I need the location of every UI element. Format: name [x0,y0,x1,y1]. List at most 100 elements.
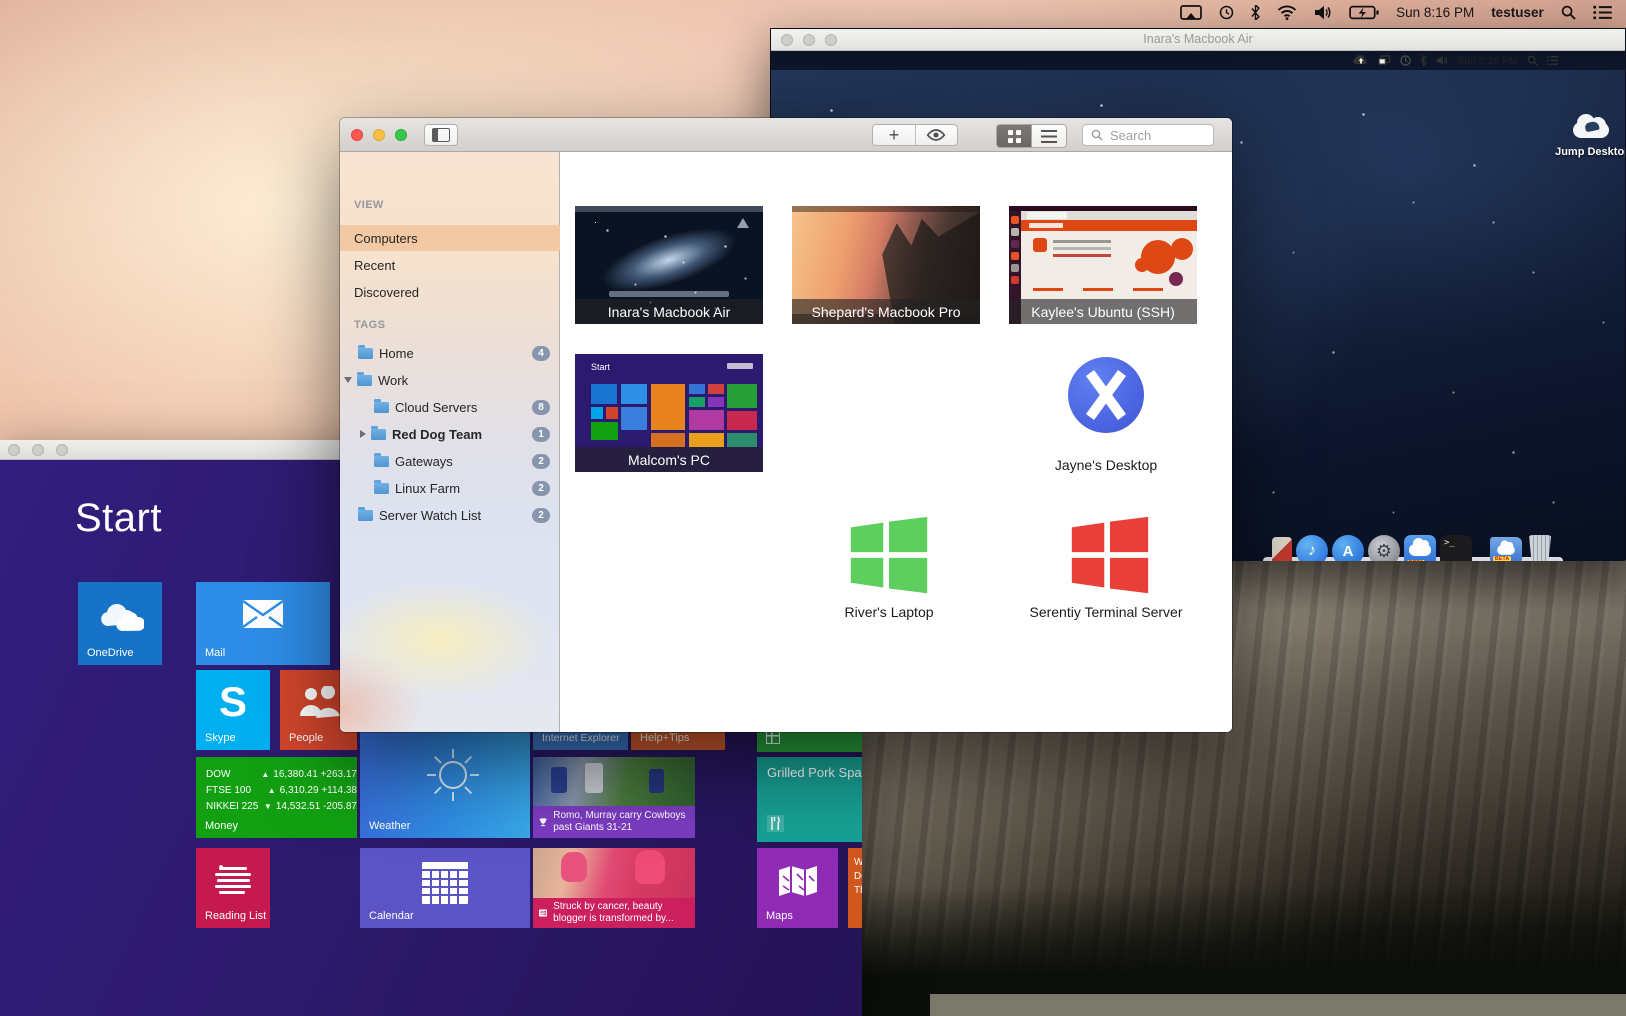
toolbar-search-field[interactable] [1082,124,1214,146]
jump-desktop-app-icon[interactable] [1569,114,1613,140]
computer-item-jayne[interactable] [1012,354,1200,472]
bluetooth-icon[interactable] [1251,5,1260,20]
tile-maps[interactable]: Maps [757,848,838,928]
clock-icon[interactable] [1400,55,1411,66]
tile-mail[interactable]: Mail [196,582,330,665]
remote-window-titlebar[interactable]: Inara's Macbook Air [771,29,1625,51]
trash-dock-icon[interactable] [1526,535,1554,561]
disclosure-down-icon[interactable] [344,377,352,383]
tile-orange-partial[interactable]: Wha Doct Thei [848,848,862,928]
list-icon [1041,130,1057,143]
mini-content-logo [1033,238,1047,252]
sidebar-tag-cloud-servers[interactable]: Cloud Servers 8 [340,394,560,420]
displays-icon[interactable] [1378,55,1391,66]
player-shape [649,769,664,793]
sidebar-tag-home[interactable]: Home 4 [340,340,560,366]
remote-clock[interactable]: Sun 5:16 PM [1457,55,1518,67]
jump-desktop-window[interactable]: + VIEW Computers Recent [340,118,1232,732]
mini-stars [595,222,596,223]
tile-money[interactable]: DOW▲16,380.41 +263.17 FTSE 100▲6,310.29 … [196,757,357,838]
tile-calendar[interactable]: Calendar [360,848,530,928]
sidebar-item-discovered[interactable]: Discovered [340,279,560,305]
display-mirroring-icon[interactable] [1180,5,1202,20]
sidebar-item-recent[interactable]: Recent [340,252,560,278]
spotlight-search-icon[interactable] [1527,55,1538,66]
tile-food[interactable]: Grilled Pork Spar [757,757,862,842]
menubar-clock[interactable]: Sun 8:16 PM [1396,5,1474,20]
tile-label: Skype [205,732,236,744]
app-store-dock-icon[interactable]: A [1332,535,1364,561]
mini-tile [621,384,647,404]
zoom-button[interactable] [395,129,407,141]
computer-item-inara[interactable]: Inara's Macbook Air [575,206,763,324]
sidebar-view-header: VIEW [354,199,384,211]
sidebar-item-label: Recent [354,258,395,273]
notification-center-icon[interactable] [1593,5,1612,20]
computer-name-label: Serentiy Terminal Server [998,604,1214,620]
tag-count-badge: 4 [532,346,550,361]
sidebar-tag-linux-farm[interactable]: Linux Farm 2 [340,475,560,501]
sidebar-tag-red-dog-team[interactable]: Red Dog Team 1 [340,421,560,447]
mini-tile [651,384,685,430]
close-button[interactable] [351,129,363,141]
tile-reading-list[interactable]: Reading List [196,848,270,928]
tile-news[interactable]: Struck by cancer, beauty blogger is tran… [533,848,695,928]
sidebar-tag-server-watch-list[interactable]: Server Watch List 2 [340,502,560,528]
beta-badge: BETA [1407,560,1425,561]
quick-look-button[interactable] [916,129,957,141]
fast-user-switching-menu[interactable]: testuser [1491,5,1544,20]
spotlight-search-icon[interactable] [1561,5,1576,20]
mini-tile [651,433,685,447]
tile-onedrive[interactable]: OneDrive [78,582,162,665]
sidebar: VIEW Computers Recent Discovered TAGS Ho… [340,152,560,732]
volume-icon[interactable] [1314,5,1332,20]
computer-item-malcom[interactable]: Start Malcom's PC [575,354,763,472]
system-preferences-dock-icon[interactable]: ⚙ [1368,535,1400,561]
sidebar-tags-header: TAGS [354,319,385,331]
mini-orange-circles [1141,240,1175,274]
minimize-button[interactable] [373,129,385,141]
add-computer-button[interactable]: + [873,125,916,145]
search-input[interactable] [1108,127,1205,144]
time-machine-icon[interactable] [1219,5,1234,20]
volume-icon[interactable] [1436,55,1448,66]
partial-text: Doct [854,870,862,884]
mini-tile [621,407,647,430]
disclosure-right-icon[interactable] [360,430,366,438]
computer-name-label: Kaylee's Ubuntu (SSH) [1009,299,1197,324]
mini-tile [727,384,757,408]
inactive-minimize-button[interactable] [32,444,44,456]
sidebar-tag-work[interactable]: Work [340,367,560,393]
wifi-icon[interactable] [1277,5,1297,20]
itunes-dock-icon[interactable]: ♪ [1296,535,1328,561]
inactive-zoom-button[interactable] [56,444,68,456]
battery-charging-icon[interactable] [1349,5,1379,20]
jump-folder-dock-icon[interactable]: BETA [1490,537,1522,561]
bluetooth-icon[interactable] [1420,55,1427,66]
cloud-sync-icon[interactable] [1353,55,1369,66]
notification-center-icon[interactable] [1547,55,1559,66]
mini-tile [708,397,724,407]
dock-app-icon[interactable] [1272,537,1292,561]
folder-icon [358,348,373,359]
toggle-sidebar-button[interactable] [424,124,458,146]
inactive-close-button[interactable] [8,444,20,456]
grid-icon [766,730,780,744]
tile-skype[interactable]: S Skype [196,670,270,750]
stock-row: FTSE 100▲6,310.29 +114.38 [206,783,357,799]
grid-view-button[interactable] [997,125,1031,147]
folder-icon [374,456,389,467]
news-caption-bar: Struck by cancer, beauty blogger is tran… [533,898,695,928]
tile-sports-news[interactable]: Romo, Murray carry Cowboys past Giants 3… [533,757,695,838]
tag-count-badge: 1 [532,427,550,442]
sidebar-tag-gateways[interactable]: Gateways 2 [340,448,560,474]
sidebar-item-label: Computers [354,231,418,246]
computer-item-kaylee-pc[interactable] [1229,354,1232,472]
mini-user-chip [727,363,753,369]
terminal-dock-icon[interactable]: >_ [1440,535,1472,561]
computer-item-shepard[interactable]: Shepard's Macbook Pro [792,206,980,324]
sidebar-item-computers[interactable]: Computers [340,225,560,251]
computer-item-kaylee-ubuntu[interactable]: Kaylee's Ubuntu (SSH) [1009,206,1197,324]
jump-desktop-dock-icon[interactable]: BETA [1404,535,1436,561]
list-view-button[interactable] [1031,125,1066,147]
